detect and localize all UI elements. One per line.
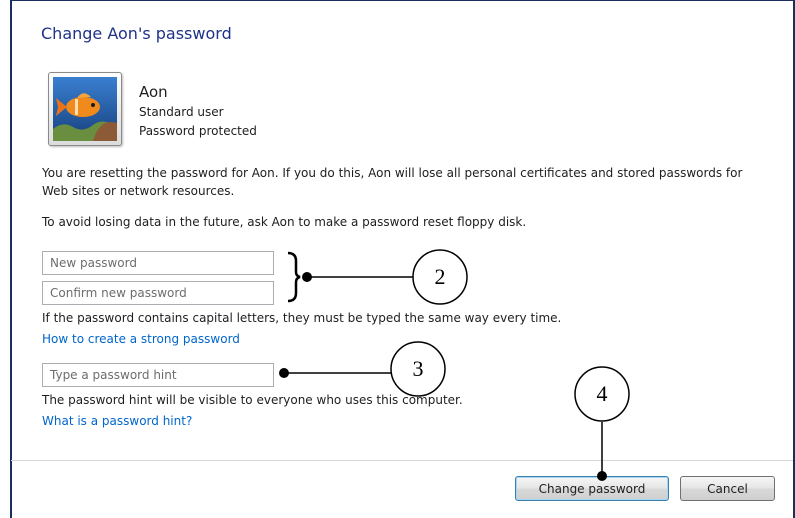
change-password-button[interactable]: Change password [515, 476, 669, 501]
user-account-type: Standard user [139, 105, 224, 119]
password-hint-help-link[interactable]: What is a password hint? [42, 414, 192, 428]
user-password-status: Password protected [139, 124, 257, 138]
capital-letters-note: If the password contains capital letters… [42, 311, 562, 325]
new-password-field[interactable] [42, 251, 274, 275]
callout-2-circle [412, 249, 468, 305]
password-hint-input[interactable] [43, 364, 273, 386]
callout-3-label: 3 [412, 356, 424, 381]
callout-2-bracket [287, 251, 301, 303]
user-name: Aon [139, 83, 168, 101]
callout-3-dot [279, 368, 289, 378]
clownfish-picture-icon [53, 77, 117, 141]
reset-disk-advice-text: To avoid losing data in the future, ask … [42, 215, 527, 229]
password-hint-field[interactable] [42, 363, 274, 387]
callout-4-circle [574, 366, 630, 422]
hint-visibility-note: The password hint will be visible to eve… [42, 393, 463, 407]
callout-3-circle [390, 341, 446, 397]
confirm-password-field[interactable] [42, 281, 274, 305]
window-frame-top [10, 0, 795, 1]
callout-2-dot [302, 272, 312, 282]
cancel-button[interactable]: Cancel [680, 476, 775, 501]
callout-4-label: 4 [596, 381, 608, 406]
callout-2-label: 2 [434, 264, 446, 289]
reset-warning-text: You are resetting the password for Aon. … [42, 166, 743, 198]
new-password-input[interactable] [43, 252, 273, 274]
confirm-password-input[interactable] [43, 282, 273, 304]
user-picture [48, 72, 122, 146]
page-title: Change Aon's password [41, 24, 232, 43]
footer-divider [11, 460, 793, 461]
strong-password-link[interactable]: How to create a strong password [42, 332, 240, 346]
window-frame-left [10, 0, 12, 518]
